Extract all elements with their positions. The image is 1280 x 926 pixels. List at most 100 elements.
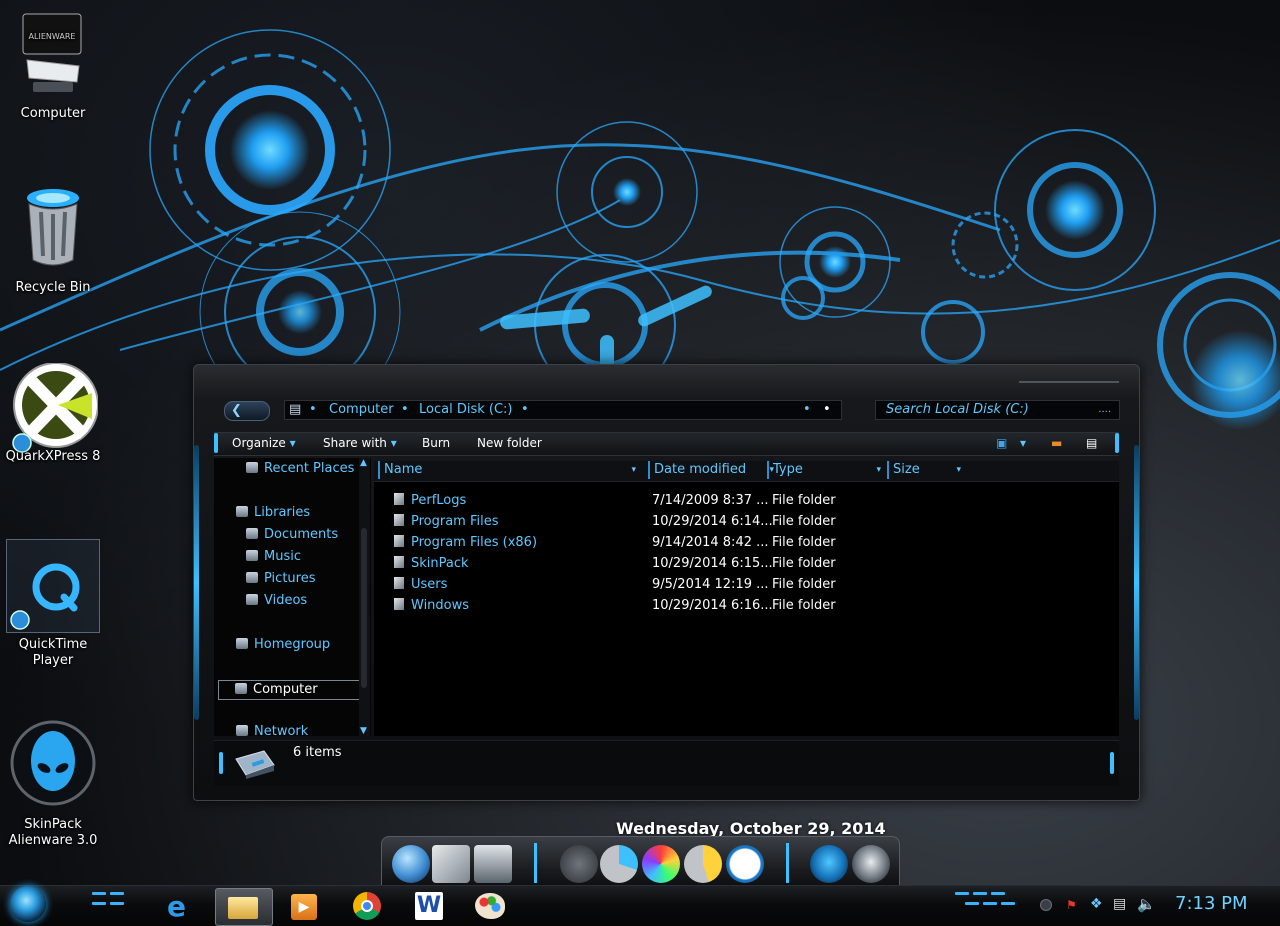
pictures-icon [246, 572, 258, 583]
music-icon [246, 550, 258, 561]
desktop-icon-skinpack[interactable]: SkinPack Alienware 3.0 [3, 718, 103, 849]
table-row[interactable]: Users 9/5/2014 12:19 ... File folder [374, 575, 974, 595]
search-icon[interactable]: .... [1098, 401, 1111, 418]
taskbar-clock[interactable]: 7:13 PM [1175, 893, 1248, 914]
scroll-down-icon[interactable]: ▼ [360, 726, 367, 736]
desktop-icon-quicktime-label: QuickTime Player [3, 637, 103, 669]
chevron-down-icon[interactable]: ▾ [1020, 436, 1026, 450]
start-button[interactable] [10, 886, 46, 922]
chevron-down-icon[interactable]: ▾ [956, 461, 961, 479]
chevron-down-icon[interactable]: ▾ [876, 461, 881, 479]
column-date-modified[interactable]: Date modified ▾ [648, 461, 774, 479]
alien-head-icon[interactable] [810, 845, 848, 883]
folder-icon [394, 598, 404, 610]
search-input[interactable]: Search Local Disk (C:) [886, 401, 1029, 418]
nav-pictures[interactable]: Pictures [246, 570, 315, 588]
refresh-icon[interactable]: • [823, 401, 831, 418]
taskbar-accent [973, 892, 987, 895]
table-row[interactable]: Program Files (x86) 9/14/2014 8:42 ... Fil… [374, 533, 974, 553]
table-row[interactable]: Windows 10/29/2014 6:16... File folder [374, 596, 974, 616]
column-name[interactable]: Name ▾ [378, 461, 642, 479]
folder-icon [394, 514, 404, 526]
show-hidden-icons-icon[interactable] [1040, 899, 1052, 911]
network-icon [236, 725, 248, 736]
folder-icon [394, 493, 404, 505]
view-options-icon[interactable]: ▣ [996, 436, 1007, 450]
folder-icon [394, 556, 404, 568]
file-name: Windows [394, 596, 469, 616]
breadcrumb-local-disk[interactable]: Local Disk (C:) [419, 401, 512, 418]
burn-button[interactable]: Burn [422, 436, 450, 450]
nav-documents[interactable]: Documents [246, 526, 338, 544]
help-icon[interactable]: ▤ [1086, 436, 1097, 450]
nav-recent-places[interactable]: Recent Places [246, 460, 354, 478]
ram-meter-icon[interactable] [684, 845, 722, 883]
svg-text:ALIENWARE: ALIENWARE [29, 32, 76, 41]
desktop-icon-label: Alienware 3.0 [8, 833, 98, 848]
taskbar-internet-explorer[interactable]: e [155, 888, 211, 924]
taskbar-windows-explorer[interactable] [215, 888, 273, 926]
desktop-icon-quarkxpress[interactable]: QuarkXPress 8 [3, 362, 103, 464]
volume-icon[interactable]: 🔈 [1137, 895, 1156, 913]
taskbar-accent [983, 902, 997, 905]
command-bar-accent [1115, 433, 1119, 453]
breadcrumb-computer[interactable]: Computer [329, 401, 394, 418]
network-icon[interactable]: ▤ [1113, 896, 1126, 912]
table-row[interactable]: Program Files 10/29/2014 6:14... File fold… [374, 512, 974, 532]
settings-gear-icon[interactable] [560, 845, 598, 883]
taskbar-accent [110, 902, 124, 905]
drives-icon[interactable] [474, 845, 512, 883]
taskbar-accent [1001, 902, 1015, 905]
taskbar-accent [955, 892, 969, 895]
desktop-icon-quicktime[interactable] [6, 539, 100, 633]
scrollbar-thumb[interactable] [361, 528, 367, 688]
computer-icon: ALIENWARE [22, 13, 82, 92]
nav-music[interactable]: Music [246, 548, 301, 566]
tools-icon[interactable] [432, 845, 470, 883]
file-type: File folder [772, 577, 836, 592]
taskbar-chrome[interactable] [340, 888, 396, 924]
desktop-icon-computer[interactable]: ALIENWARE Computer [3, 12, 103, 121]
file-type: File folder [772, 514, 836, 529]
dock-separator [786, 843, 789, 883]
videos-icon [246, 594, 258, 605]
taskbar-word[interactable]: W [402, 888, 458, 924]
nav-computer[interactable]: Computer [218, 680, 370, 700]
organize-button[interactable]: Organize ▾ [232, 436, 296, 450]
navigation-scrollbar[interactable]: ▲ ▼ [359, 458, 370, 736]
table-row[interactable]: PerfLogs 7/14/2009 8:37 ... File folder [374, 491, 974, 511]
clock-icon[interactable] [726, 845, 764, 883]
folder-icon [394, 577, 404, 589]
cpu-meter-icon[interactable] [600, 845, 638, 883]
nav-libraries[interactable]: Libraries [236, 504, 310, 522]
recent-locations-icon[interactable]: • [803, 401, 811, 418]
action-center-icon[interactable]: ⚑ [1066, 898, 1077, 912]
command-bar-accent [214, 433, 218, 453]
cpu-rainbow-meter-icon[interactable] [642, 845, 680, 883]
file-date: 9/14/2014 8:42 ... [652, 535, 769, 550]
alien-silver-icon[interactable] [852, 845, 890, 883]
explorer-window[interactable]: ❮ ▤ • Computer • Local Disk (C:) • • • S… [193, 364, 1140, 801]
breadcrumb[interactable]: ▤ • Computer • Local Disk (C:) • • • [284, 400, 842, 420]
desktop-icon-recycle-bin[interactable]: Recycle Bin [3, 186, 103, 295]
table-row[interactable]: SkinPack 10/29/2014 6:15... File folder [374, 554, 974, 574]
file-name: Program Files [394, 512, 499, 532]
column-type[interactable]: Type ▾ [767, 461, 883, 479]
nav-videos[interactable]: Videos [246, 592, 307, 610]
scroll-up-icon[interactable]: ▲ [360, 458, 367, 468]
dropbox-icon[interactable]: ❖ [1090, 896, 1103, 912]
new-folder-button[interactable]: New folder [477, 436, 542, 450]
window-title-notch [1019, 373, 1119, 383]
taskbar-media-player[interactable]: ▶ [277, 888, 333, 924]
column-size[interactable]: Size ▾ [887, 461, 963, 479]
back-button[interactable]: ❮ [224, 401, 270, 421]
nav-network[interactable]: Network [236, 723, 308, 736]
nav-homegroup[interactable]: Homegroup [236, 636, 330, 654]
search-box[interactable]: Search Local Disk (C:) .... [875, 400, 1120, 420]
planet-icon[interactable] [392, 845, 430, 883]
breadcrumb-separator-icon: • [521, 402, 529, 417]
chevron-down-icon[interactable]: ▾ [631, 461, 636, 479]
taskbar-paint[interactable] [463, 888, 519, 924]
share-with-button[interactable]: Share with ▾ [323, 436, 397, 450]
preview-pane-icon[interactable]: ▬ [1051, 436, 1062, 450]
